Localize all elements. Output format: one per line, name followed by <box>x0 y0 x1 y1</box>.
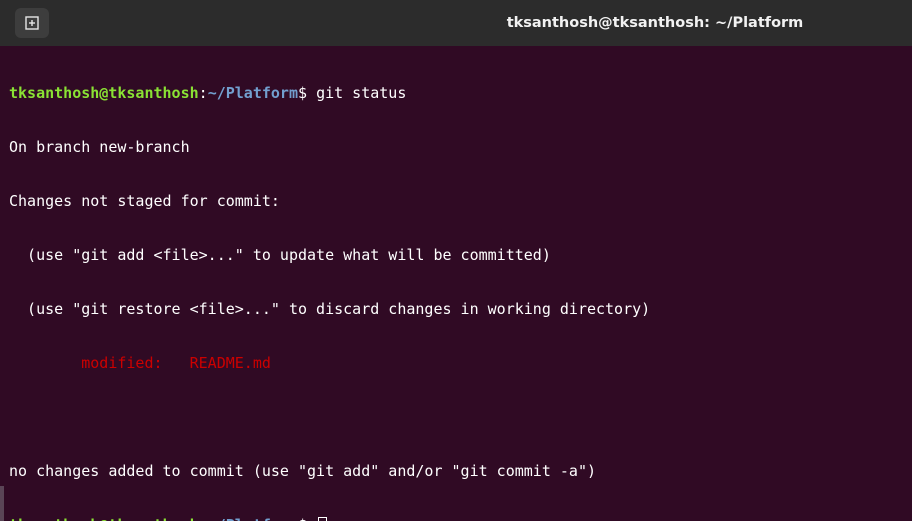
output-line-hint-restore: (use "git restore <file>..." to discard … <box>9 300 651 318</box>
output-line-changes: Changes not staged for commit: <box>9 192 280 210</box>
prompt-user-host: tksanthosh@tksanthosh <box>9 516 199 521</box>
scrollbar-handle[interactable] <box>0 486 4 521</box>
modified-label: modified: <box>9 354 190 372</box>
terminal-window: tksanthosh@tksanthosh: ~/Platform tksant… <box>0 0 912 521</box>
modified-file: README.md <box>189 354 271 372</box>
prompt-user-host: tksanthosh@tksanthosh <box>9 84 199 102</box>
command-text: git status <box>316 84 407 102</box>
window-title: tksanthosh@tksanthosh: ~/Platform <box>506 15 804 31</box>
prompt-dollar: $ <box>298 516 316 521</box>
terminal-output[interactable]: tksanthosh@tksanthosh:~/Platform$ git st… <box>9 48 912 521</box>
prompt-path: ~/Platform <box>207 84 298 102</box>
prompt-path: ~/Platform <box>208 516 298 521</box>
new-tab-button[interactable] <box>15 8 49 38</box>
prompt-colon: : <box>199 516 208 521</box>
output-line-hint-add: (use "git add <file>..." to update what … <box>9 246 551 264</box>
prompt-dollar: $ <box>298 84 317 102</box>
output-line-summary: no changes added to commit (use "git add… <box>9 462 596 480</box>
text-cursor <box>318 517 328 521</box>
output-line-modified: modified: README.md <box>9 354 912 372</box>
prompt-colon: : <box>198 84 208 102</box>
title-bar: tksanthosh@tksanthosh: ~/Platform <box>0 0 912 46</box>
output-line-blank <box>9 408 912 426</box>
command-line: tksanthosh@tksanthosh:~/Platform$ git st… <box>9 84 912 102</box>
output-line-branch: On branch new-branch <box>9 138 190 156</box>
active-prompt-line[interactable]: tksanthosh@tksanthosh:~/Platform$ <box>9 516 912 521</box>
new-tab-icon <box>25 16 39 30</box>
